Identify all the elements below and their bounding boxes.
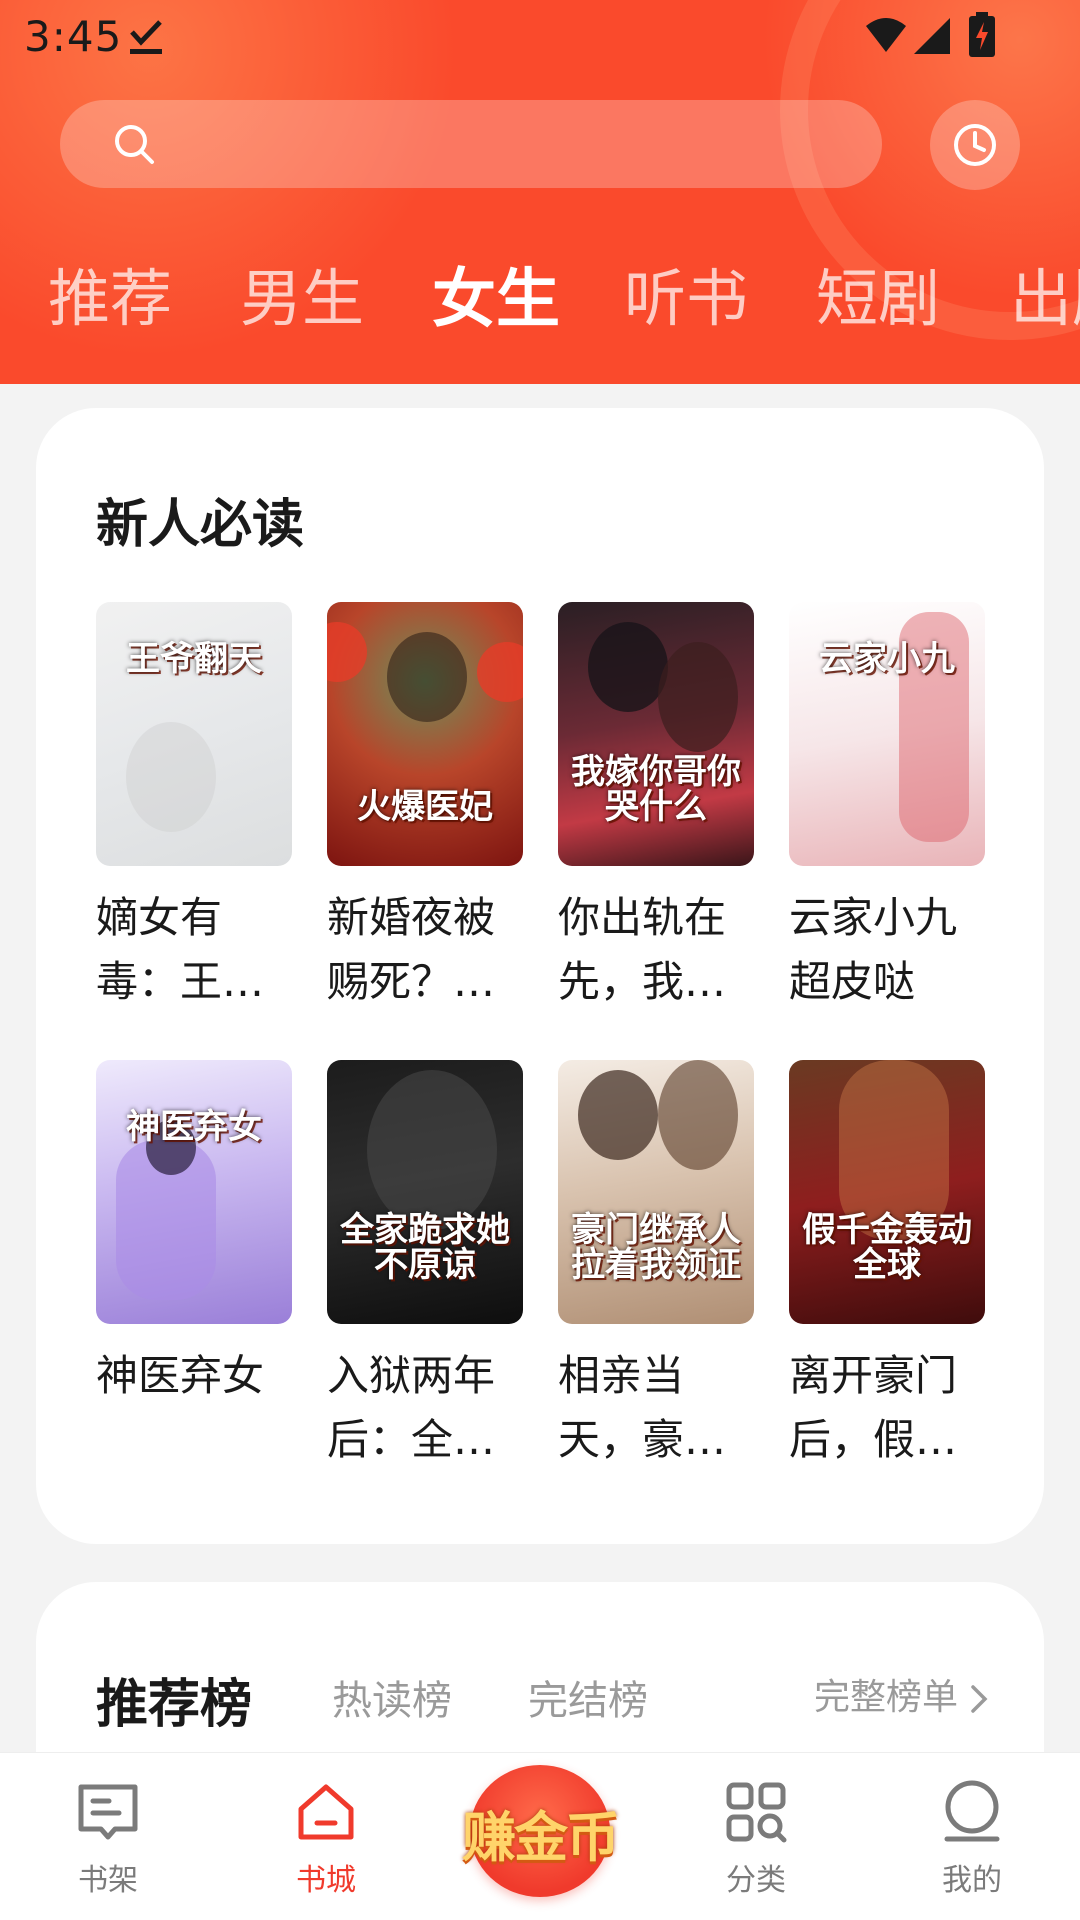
wifi-icon <box>866 18 906 52</box>
cover-title: 神医弃女 <box>126 1107 262 1147</box>
battery-charging-icon <box>969 12 995 57</box>
nav-bookshelf[interactable]: 书架 <box>38 1779 178 1899</box>
status-time: 3:45 <box>24 12 123 61</box>
app-header: 3:45 推荐 男生 女生 听书 短剧 出 <box>0 0 1080 384</box>
cover-title: 王爷翻天 <box>126 639 262 679</box>
book-item[interactable]: 豪门继承人拉着我领证 相亲当天，豪… <box>558 1060 754 1472</box>
tab-male[interactable]: 男生 <box>240 248 364 338</box>
cover-title: 云家小九 <box>819 639 955 679</box>
tab-hot-ranking[interactable]: 热读榜 <box>332 1668 452 1726</box>
nav-bookstore[interactable]: 书城 <box>256 1779 396 1899</box>
tab-female[interactable]: 女生 <box>432 248 560 338</box>
tab-publishing[interactable]: 出版 <box>1010 248 1080 338</box>
book-title[interactable]: 你出轨在先，我… <box>558 886 754 1014</box>
book-cover[interactable]: 火爆医妃 <box>327 602 523 866</box>
book-cover[interactable]: 云家小九 <box>789 602 985 866</box>
tab-recommend-ranking[interactable]: 推荐榜 <box>96 1662 252 1737</box>
full-list-label: 完整榜单 <box>813 1677 958 1718</box>
nav-label: 我的 <box>942 1863 1002 1898</box>
book-item[interactable]: 我嫁你哥你哭什么 你出轨在先，我… <box>558 602 754 1014</box>
tab-recommend[interactable]: 推荐 <box>48 248 172 338</box>
earn-coins-label: 赚金币 <box>462 1806 620 1869</box>
cover-title: 豪门继承人拉着我领证 <box>571 1209 741 1286</box>
cover-title: 全家跪求她不原谅 <box>340 1209 510 1286</box>
book-title[interactable]: 新婚夜被赐死？… <box>327 886 523 1014</box>
book-cover[interactable]: 我嫁你哥你哭什么 <box>558 602 754 866</box>
reading-history-button[interactable] <box>930 100 1020 190</box>
profile-icon <box>944 1780 1000 1842</box>
home-icon <box>298 1784 354 1840</box>
book-item[interactable]: 王爷翻天 嫡女有毒：王… <box>96 602 292 1014</box>
book-title[interactable]: 云家小九超皮哒 <box>789 886 985 1014</box>
book-cover[interactable]: 假千金轰动全球 <box>789 1060 985 1324</box>
nav-label: 分类 <box>726 1863 786 1898</box>
nav-label: 书架 <box>78 1863 138 1898</box>
chevron-right-icon <box>971 1685 988 1713</box>
cell-signal-icon <box>914 18 950 54</box>
book-item[interactable]: 全家跪求她不原谅 入狱两年后：全… <box>327 1060 523 1472</box>
book-item[interactable]: 神医弃女 神医弃女 <box>96 1060 292 1472</box>
search-icon <box>115 125 154 164</box>
cover-title: 我嫁你哥你哭什么 <box>571 751 741 828</box>
new-reads-card: 新人必读 王爷翻天 嫡女有毒：王… 火爆医妃 新婚夜被赐死？… 我嫁你哥你哭什么… <box>36 408 1044 1544</box>
book-title[interactable]: 神医弃女 <box>96 1344 292 1472</box>
cover-title: 火爆医妃 <box>357 787 493 828</box>
book-item[interactable]: 云家小九 云家小九超皮哒 <box>789 602 985 1014</box>
cover-title: 假千金轰动全球 <box>802 1209 972 1286</box>
search-bar[interactable] <box>60 100 882 188</box>
bookshelf-icon <box>78 1784 138 1840</box>
book-title[interactable]: 入狱两年后：全… <box>327 1344 523 1472</box>
book-cover[interactable]: 王爷翻天 <box>96 602 292 866</box>
book-title[interactable]: 相亲当天，豪… <box>558 1344 754 1472</box>
category-tabs: 推荐 男生 女生 听书 短剧 出版 <box>0 248 1080 338</box>
nav-category[interactable]: 分类 <box>686 1779 826 1899</box>
earn-coins-button[interactable]: 赚金币 <box>444 1757 636 1897</box>
bottom-nav: 书架 书城 赚金币 分类 我的 <box>0 1752 1080 1920</box>
book-item[interactable]: 假千金轰动全球 离开豪门后，假… <box>789 1060 985 1472</box>
nav-label: 书城 <box>296 1863 356 1898</box>
clock-icon <box>954 124 996 166</box>
book-cover[interactable]: 豪门继承人拉着我领证 <box>558 1060 754 1324</box>
section-title: 新人必读 <box>96 495 305 555</box>
tab-audiobook[interactable]: 听书 <box>624 248 748 338</box>
download-done-icon <box>130 20 162 54</box>
book-title[interactable]: 离开豪门后，假… <box>789 1344 985 1472</box>
search-input[interactable] <box>178 100 858 188</box>
tab-short-drama[interactable]: 短剧 <box>816 248 940 338</box>
book-title[interactable]: 嫡女有毒：王… <box>96 886 292 1014</box>
book-item[interactable]: 火爆医妃 新婚夜被赐死？… <box>327 602 523 1014</box>
tab-completed-ranking[interactable]: 完结榜 <box>528 1668 648 1726</box>
status-bar: 3:45 <box>0 0 1080 72</box>
category-grid-icon <box>726 1782 787 1843</box>
book-cover[interactable]: 神医弃女 <box>96 1060 292 1324</box>
nav-profile[interactable]: 我的 <box>902 1779 1042 1899</box>
full-list-link[interactable]: 完整榜单 <box>814 1668 990 1720</box>
book-cover[interactable]: 全家跪求她不原谅 <box>327 1060 523 1324</box>
